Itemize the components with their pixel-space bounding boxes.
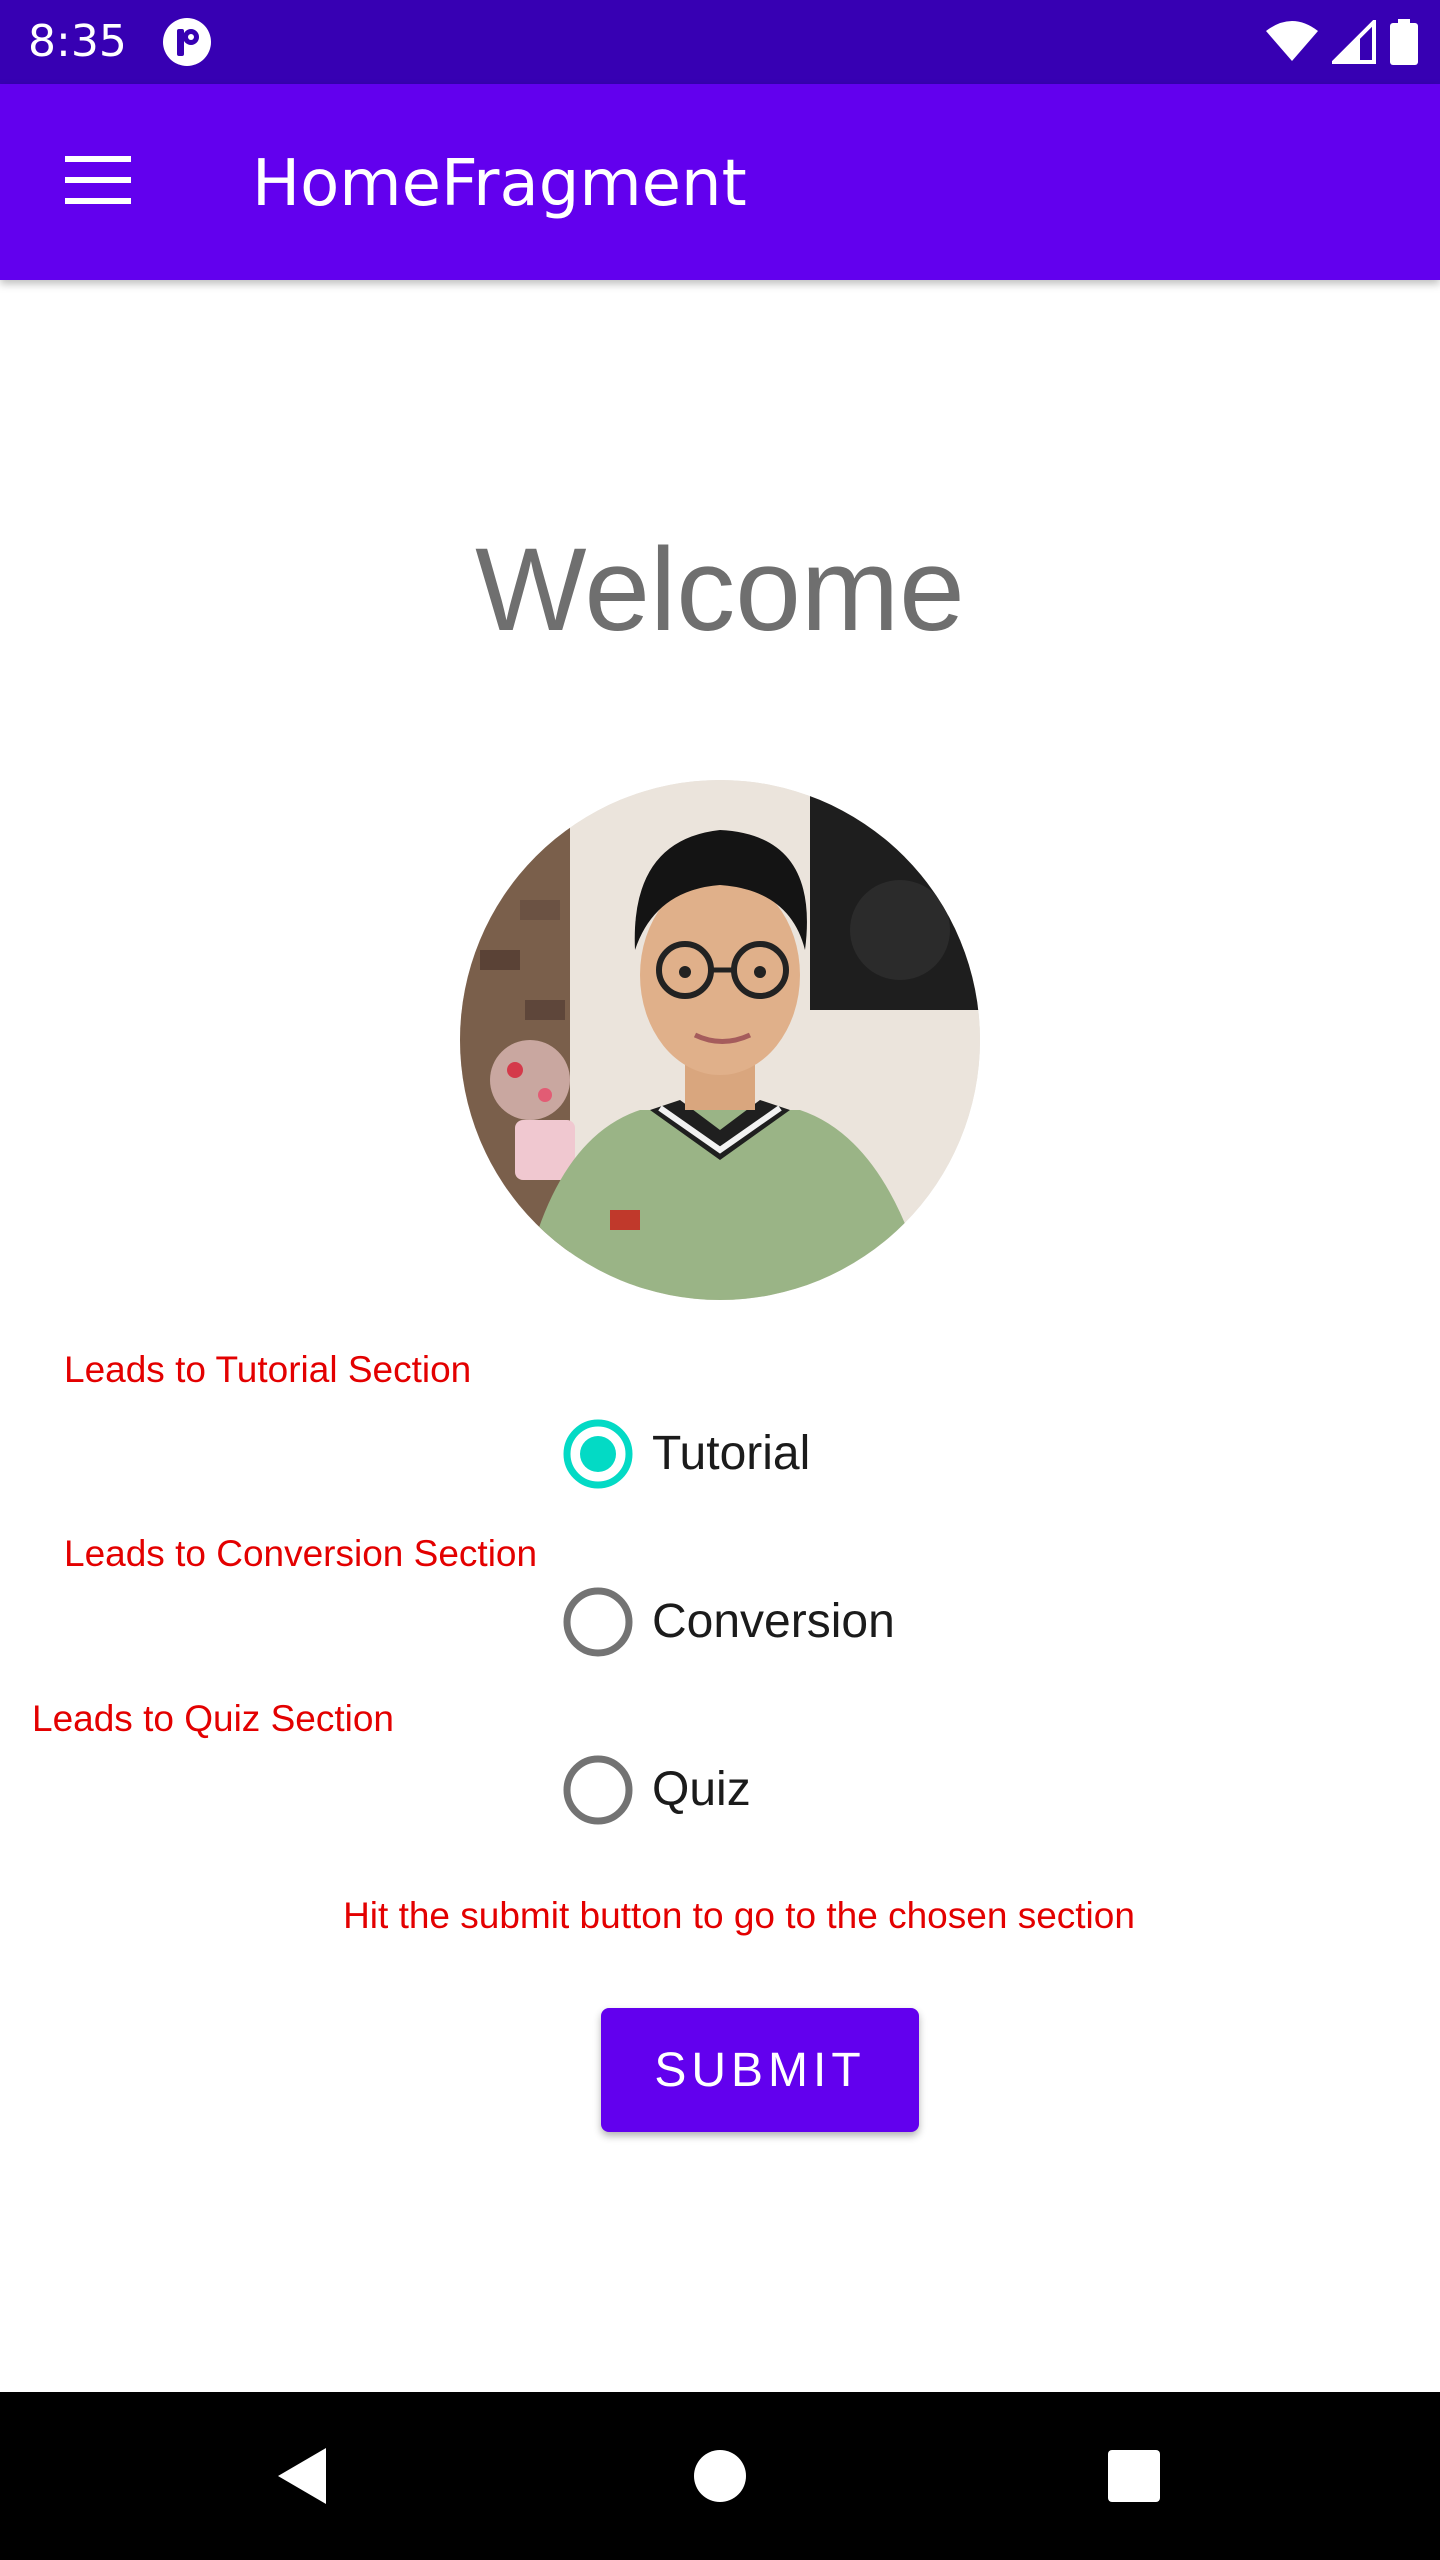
status-bar: 8:35 — [0, 0, 1440, 84]
back-icon[interactable] — [254, 2428, 350, 2524]
radio-quiz-label[interactable]: Quiz — [652, 1760, 751, 1820]
avatar — [460, 780, 980, 1300]
navigation-bar — [0, 2392, 1440, 2560]
radio-quiz[interactable]: Quiz — [558, 1750, 751, 1830]
app-bar: HomeFragment — [0, 84, 1440, 280]
conversion-hint: Leads to Conversion Section — [64, 1533, 538, 1574]
radio-tutorial-label[interactable]: Tutorial — [652, 1424, 810, 1484]
battery-icon — [1390, 19, 1418, 65]
welcome-heading: Welcome — [475, 524, 965, 656]
radio-selected-icon[interactable] — [558, 1414, 638, 1494]
cellular-signal-icon — [1332, 20, 1376, 64]
status-icons — [1266, 18, 1418, 66]
radio-conversion[interactable]: Conversion — [558, 1582, 895, 1662]
radio-unselected-icon[interactable] — [558, 1750, 638, 1830]
menu-button[interactable] — [40, 142, 156, 222]
radio-conversion-label[interactable]: Conversion — [652, 1592, 895, 1652]
status-time: 8:35 — [28, 16, 127, 67]
submit-button[interactable]: SUBMIT — [601, 2008, 919, 2132]
quiz-hint: Leads to Quiz Section — [32, 1698, 394, 1739]
wifi-icon — [1266, 21, 1318, 63]
tutorial-hint: Leads to Tutorial Section — [64, 1349, 472, 1390]
notification-app-icon — [162, 17, 212, 67]
submit-hint: Hit the submit button to go to the chose… — [343, 1895, 1135, 1936]
home-icon[interactable] — [672, 2428, 768, 2524]
recents-icon[interactable] — [1086, 2428, 1182, 2524]
radio-unselected-icon[interactable] — [558, 1582, 638, 1662]
hamburger-menu-icon — [65, 156, 131, 208]
app-title: HomeFragment — [252, 147, 747, 221]
radio-tutorial[interactable]: Tutorial — [558, 1414, 810, 1494]
